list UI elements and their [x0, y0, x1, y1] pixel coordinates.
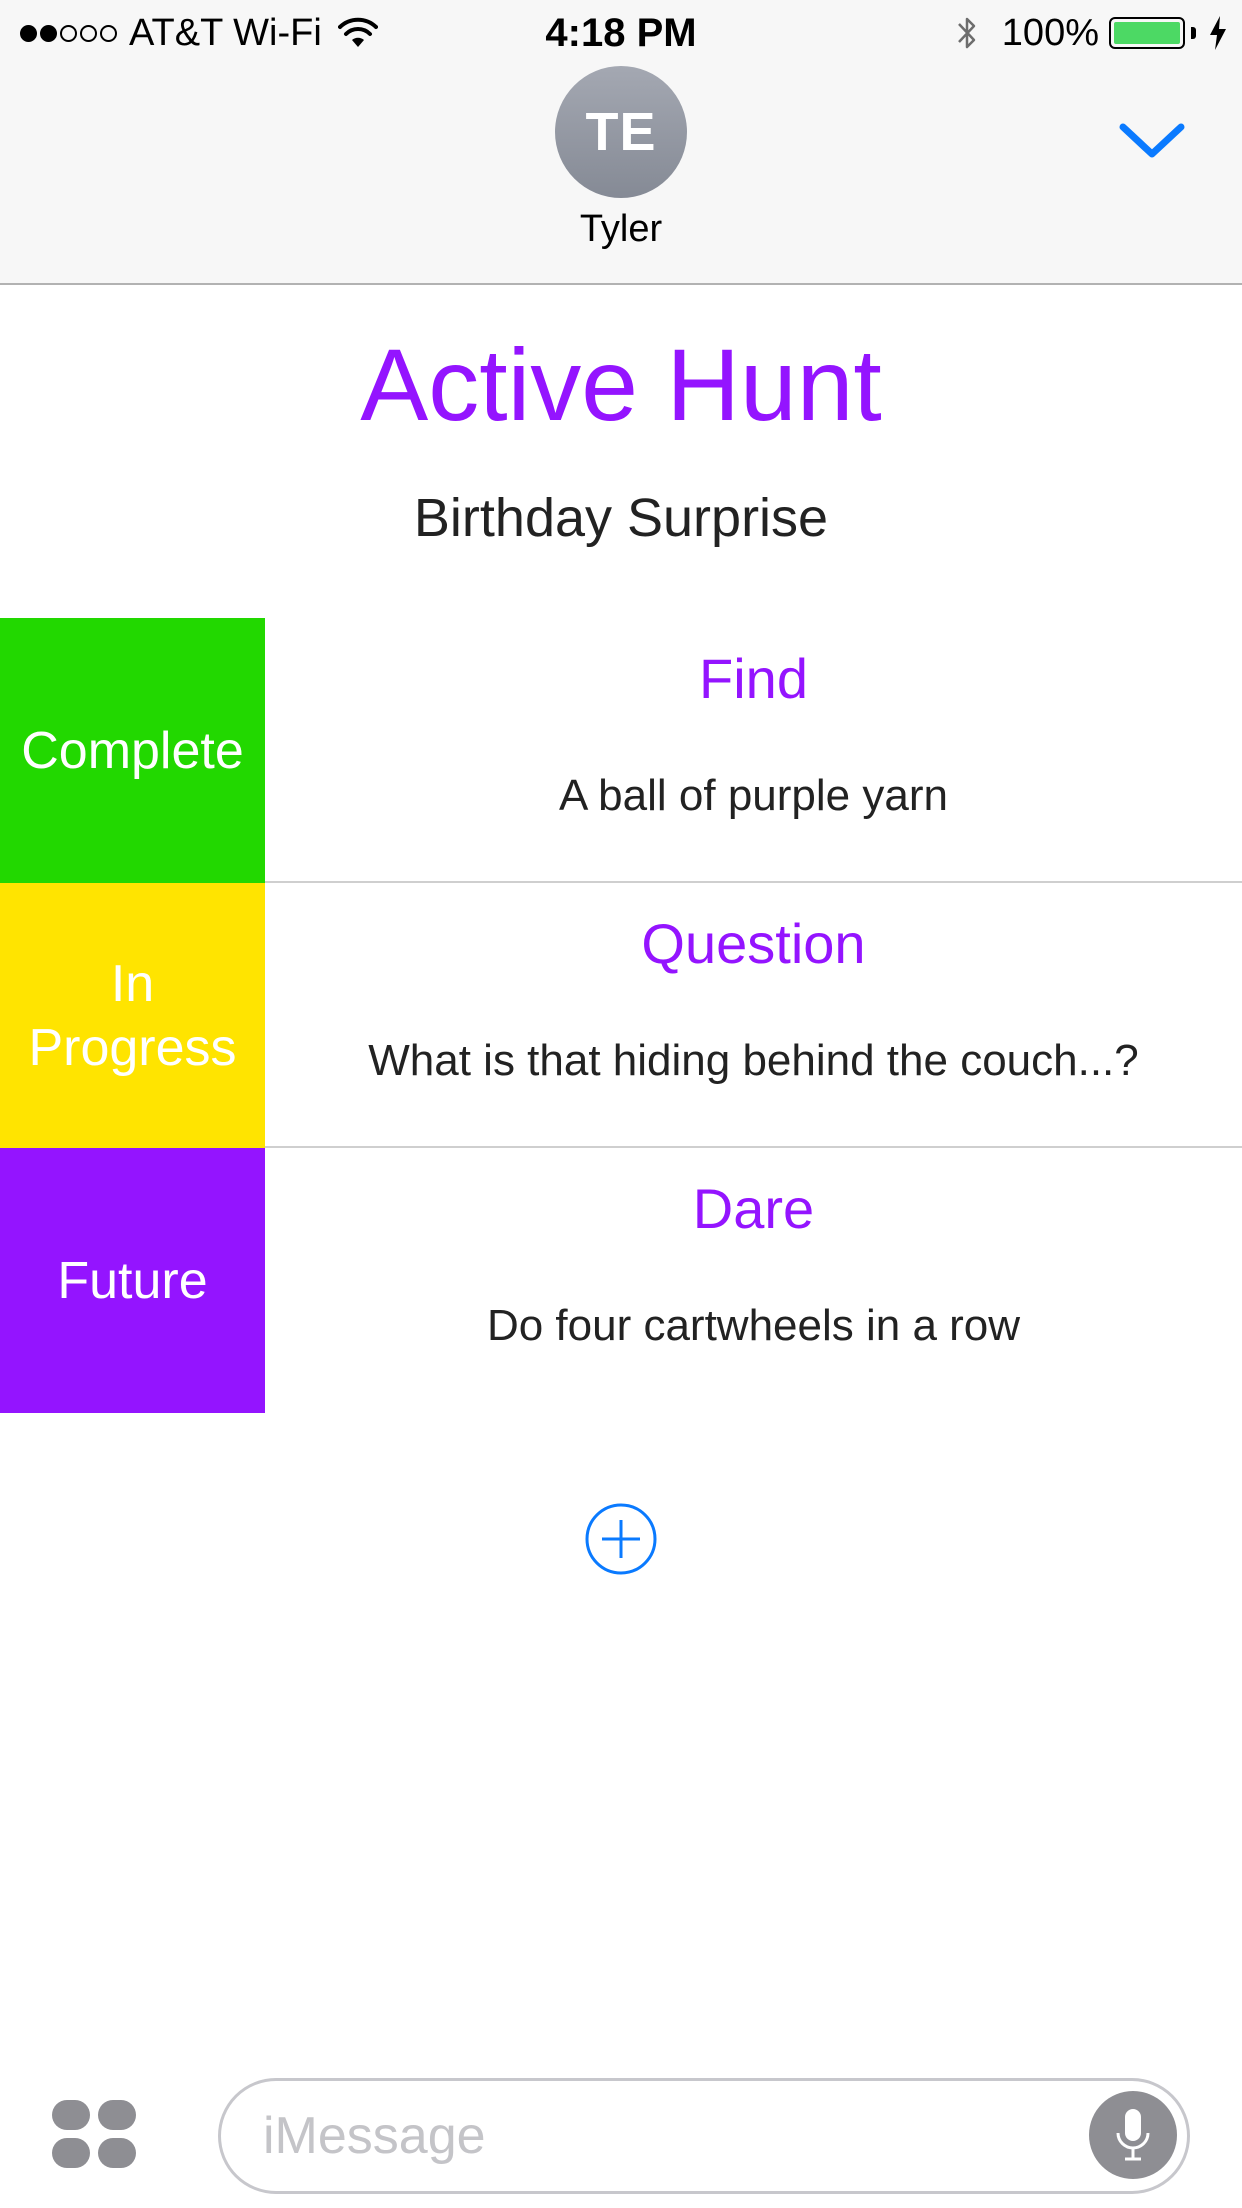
task-row-2[interactable]: In Progress Question What is that hiding… [0, 883, 1242, 1148]
task-status-badge: Future [0, 1148, 265, 1413]
charging-bolt-icon [1210, 16, 1226, 50]
task-description: Do four cartwheels in a row [486, 1301, 1021, 1350]
microphone-icon [1116, 2109, 1150, 2161]
chevron-down-icon [1119, 123, 1185, 158]
plus-circle-icon [585, 1503, 657, 1575]
signal-strength-icon [20, 24, 117, 42]
task-type: Find [699, 647, 808, 710]
task-description: What is that hiding behind the couch...? [368, 1036, 1139, 1085]
message-input[interactable] [261, 2081, 1081, 2191]
message-composer [218, 2078, 1190, 2194]
avatar[interactable]: TE [555, 66, 687, 198]
wifi-icon [337, 17, 378, 47]
add-task-button[interactable] [584, 1502, 658, 1576]
task-row-1[interactable]: Complete Find A ball of purple yarn [0, 618, 1242, 883]
contact-name[interactable]: Tyler [0, 208, 1242, 251]
task-type: Dare [692, 1177, 815, 1240]
battery-icon [1109, 17, 1185, 49]
bluetooth-icon [957, 17, 976, 49]
battery-percent: 100% [1001, 11, 1099, 54]
task-row-3[interactable]: Future Dare Do four cartwheels in a row [0, 1148, 1242, 1413]
conversation-header: TE Tyler [0, 66, 1242, 285]
hunt-title: Active Hunt [360, 328, 882, 442]
collapse-button[interactable] [1112, 111, 1192, 171]
app-drawer-icon [52, 2100, 136, 2168]
dictation-button[interactable] [1089, 2091, 1177, 2179]
status-bar: AT&T Wi-Fi 4:18 PM 100% [0, 0, 1242, 66]
task-status-badge: In Progress [0, 883, 265, 1148]
task-status-badge: Complete [0, 618, 265, 883]
carrier-name: AT&T Wi-Fi [129, 11, 322, 54]
battery-fill [1114, 22, 1180, 44]
app-drawer-button[interactable] [50, 2098, 138, 2170]
status-right: 100% [954, 10, 1228, 56]
task-description: A ball of purple yarn [559, 771, 948, 820]
status-left: AT&T Wi-Fi [20, 10, 378, 56]
task-list: Complete Find A ball of purple yarn In P… [0, 618, 1242, 1413]
task-type: Question [641, 912, 866, 975]
hunt-name: Birthday Surprise [413, 488, 829, 548]
